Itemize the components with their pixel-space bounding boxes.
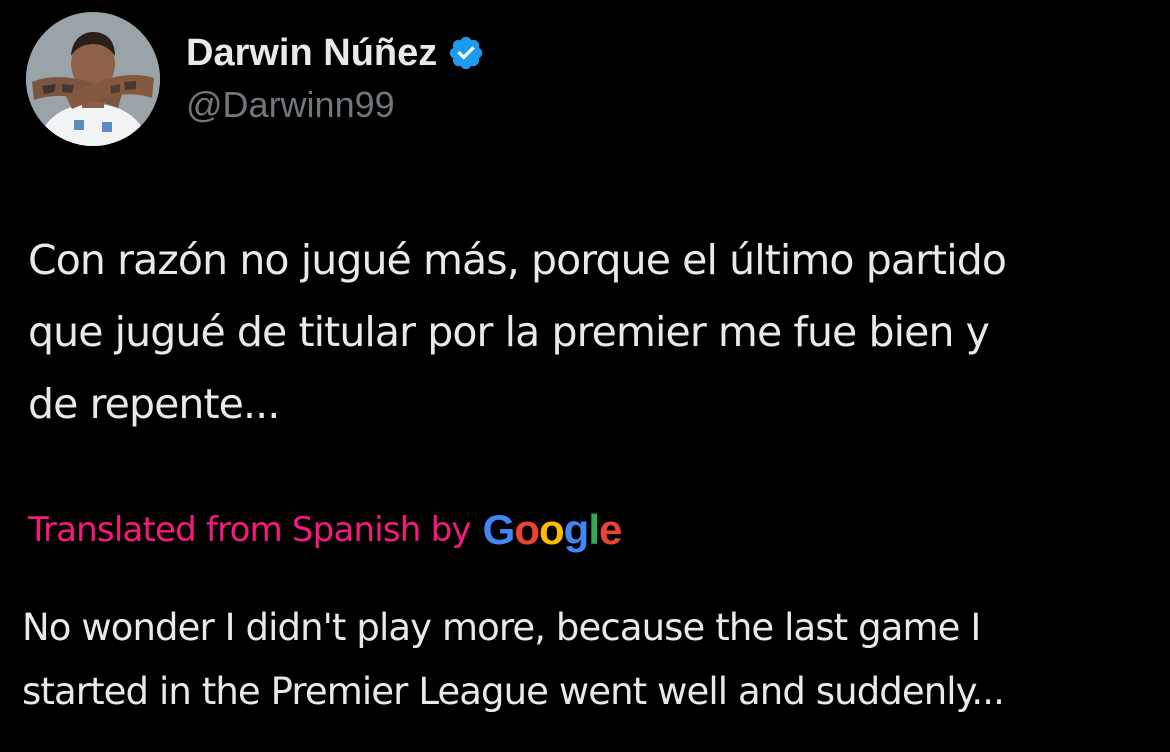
google-logo: Google — [482, 506, 623, 554]
google-logo-letter: o — [514, 506, 540, 553]
user-handle[interactable]: @Darwinn99 — [186, 84, 395, 126]
translated-text: No wonder I didn't play more, because th… — [22, 606, 1005, 713]
avatar[interactable] — [26, 12, 160, 146]
google-logo-letter: G — [482, 506, 516, 553]
google-logo-letter: l — [588, 506, 600, 553]
google-logo-letter: e — [598, 506, 622, 553]
google-logo-letter: g — [563, 506, 590, 553]
translation-attribution: Translated from Spanish by Google — [28, 500, 623, 560]
display-name[interactable]: Darwin Núñez — [186, 32, 437, 75]
translated-label[interactable]: Translated from Spanish by — [28, 510, 471, 550]
author-name-row: Darwin Núñez — [186, 28, 485, 78]
profile-photo — [26, 12, 160, 146]
tweet-text: Con razón no jugué más, porque el último… — [28, 236, 1007, 428]
verified-badge-icon[interactable] — [447, 34, 485, 72]
google-logo-letter: o — [539, 506, 565, 553]
